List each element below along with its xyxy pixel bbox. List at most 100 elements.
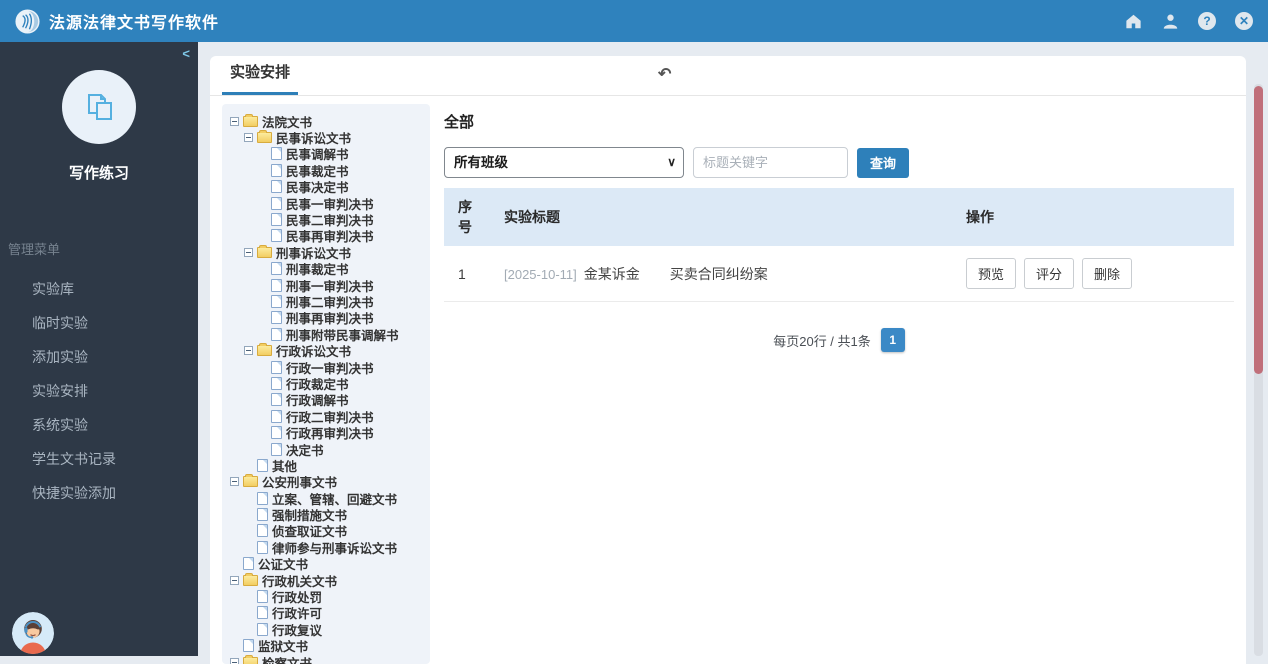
tree-folder-item[interactable]: 行政机关文书: [230, 572, 426, 589]
home-icon[interactable]: [1123, 11, 1143, 31]
user-avatar[interactable]: [12, 612, 54, 654]
tree-file-item[interactable]: 民事二审判决书: [230, 211, 426, 228]
tree-file-item[interactable]: 刑事二审判决书: [230, 293, 426, 310]
sidebar-item[interactable]: 实验安排: [0, 374, 198, 408]
tree-file-item[interactable]: 行政二审判决书: [230, 408, 426, 425]
tree-file-item[interactable]: 行政调解书: [230, 392, 426, 408]
col-header-title: 实验标题: [490, 188, 952, 246]
sidebar-item[interactable]: 快捷实验添加: [0, 476, 198, 510]
tree-folder-item[interactable]: 公安刑事文书: [230, 474, 426, 490]
app-logo-icon: [15, 8, 40, 34]
experiment-table: 序号 实验标题 操作 1 [2025-10-11] 金某诉金 买卖合同纠纷案 预览 评分删…: [444, 188, 1234, 302]
sidebar-menu: 实验库 临时实验 添加实验 实验安排 系统实验 学生文书记录 快捷实验添加: [0, 272, 198, 510]
table-row: 1 [2025-10-11] 金某诉金 买卖合同纠纷案 预览 评分 删除: [444, 246, 1234, 302]
tree-file-item[interactable]: 民事再审判决书: [230, 228, 426, 244]
tree-expander-icon[interactable]: [244, 133, 253, 143]
document-icon: [271, 278, 282, 292]
sidebar-collapse-icon[interactable]: <: [182, 46, 190, 61]
tree-file-item[interactable]: 民事决定书: [230, 179, 426, 195]
tree-file-item[interactable]: 刑事附带民事调解书: [230, 326, 426, 343]
sidebar-item[interactable]: 系统实验: [0, 408, 198, 442]
folder-icon: [243, 474, 258, 488]
tree-file-item[interactable]: 民事一审判决书: [230, 195, 426, 212]
tree-expander-icon[interactable]: [230, 116, 239, 126]
tree-file-item[interactable]: 强制措施文书: [230, 506, 426, 523]
sidebar-item[interactable]: 添加实验: [0, 340, 198, 374]
tree-expander-icon[interactable]: [230, 477, 239, 487]
content-card: 实验安排 ↶ 法院文书 民事诉讼文书 民事调解书 民事裁定书 民事决定书 民事一审判决书民…: [210, 56, 1246, 664]
experiment-title: [2025-10-11] 金某诉金 买卖合同纠纷案: [490, 246, 952, 302]
tree-file-item[interactable]: 侦查取证文书: [230, 523, 426, 539]
tree-expander-icon[interactable]: [230, 657, 239, 664]
row-actions: 预览 评分 删除: [952, 246, 1234, 302]
refresh-icon[interactable]: ↶: [658, 64, 671, 84]
document-icon: [257, 622, 268, 636]
class-select[interactable]: 所有班级: [444, 147, 684, 178]
tab-experiment-arrangement[interactable]: 实验安排: [222, 61, 299, 95]
tree-file-item[interactable]: 立案、管辖、回避文书: [230, 490, 426, 507]
tree-folder-item[interactable]: 刑事诉讼文书: [230, 244, 426, 261]
module-badge: [62, 70, 136, 144]
document-icon: [257, 606, 268, 620]
delete-button[interactable]: 删除: [1082, 258, 1133, 289]
query-button[interactable]: 查询: [857, 147, 910, 178]
sidebar-item[interactable]: 临时实验: [0, 306, 198, 340]
document-icon: [257, 491, 268, 505]
sidebar-item[interactable]: 学生文书记录: [0, 442, 198, 476]
tree-file-item[interactable]: 行政处罚: [230, 588, 426, 605]
document-icon: [271, 409, 282, 423]
tree-file-item[interactable]: 行政复议: [230, 621, 426, 638]
document-icon: [271, 327, 282, 341]
tree-file-item[interactable]: 决定书: [230, 441, 426, 458]
keyword-input[interactable]: [693, 147, 848, 178]
filter-row: 所有班级 ∨ 查询: [444, 147, 1234, 178]
document-icon: [271, 213, 282, 227]
tree-file-item[interactable]: 民事调解书: [230, 146, 426, 162]
help-icon[interactable]: ?: [1197, 11, 1217, 31]
document-icon: [257, 540, 268, 554]
document-icon: [271, 147, 282, 161]
tree-expander-icon[interactable]: [244, 346, 253, 356]
document-icon: [257, 524, 268, 538]
tree-file-item[interactable]: 刑事再审判决书: [230, 310, 426, 326]
folder-icon: [243, 572, 258, 586]
tree-folder-item[interactable]: 民事诉讼文书: [230, 129, 426, 146]
tree-expander-icon[interactable]: [244, 247, 253, 257]
tree-file-item[interactable]: 行政裁定书: [230, 375, 426, 392]
document-icon: [257, 508, 268, 522]
tree-file-item[interactable]: 民事裁定书: [230, 162, 426, 179]
tree-file-item[interactable]: 行政再审判决书: [230, 424, 426, 441]
document-icon: [243, 639, 254, 653]
close-icon[interactable]: ✕: [1234, 11, 1254, 31]
tree-file-item[interactable]: 监狱文书: [230, 638, 426, 654]
tree-file-item[interactable]: 刑事裁定书: [230, 261, 426, 277]
page-button[interactable]: 1: [880, 328, 905, 352]
user-icon[interactable]: [1160, 11, 1180, 31]
tree-file-item[interactable]: 公证文书: [230, 556, 426, 572]
tree-file-item[interactable]: 刑事一审判决书: [230, 277, 426, 294]
sidebar-item[interactable]: 实验库: [0, 272, 198, 306]
tree-expander-icon[interactable]: [230, 575, 239, 585]
scrollbar-track[interactable]: [1254, 84, 1263, 656]
tree-file-item[interactable]: 行政许可: [230, 605, 426, 621]
tree-folder-item[interactable]: 检察文书: [230, 654, 426, 664]
support-agent-avatar-icon: [12, 612, 54, 654]
tree-file-item[interactable]: 律师参与刑事诉讼文书: [230, 539, 426, 556]
score-button[interactable]: 评分: [1024, 258, 1075, 289]
table-body: 1 [2025-10-11] 金某诉金 买卖合同纠纷案 预览 评分 删除: [444, 246, 1234, 302]
pagination: 每页20行 / 共1条 1: [444, 328, 1234, 352]
document-icon: [271, 360, 282, 374]
document-icon: [271, 426, 282, 440]
tree-file-item[interactable]: 行政一审判决书: [230, 359, 426, 376]
document-icon: [271, 393, 282, 407]
menu-section-label: 管理菜单: [8, 242, 61, 257]
module-title: 写作练习: [68, 165, 129, 182]
preview-button[interactable]: 预览: [966, 258, 1017, 289]
tree-folder-item[interactable]: 法院文书: [230, 113, 426, 130]
tree-folder-item[interactable]: 行政诉讼文书: [230, 342, 426, 359]
document-icon: [257, 590, 268, 604]
scrollbar-thumb[interactable]: [1254, 86, 1263, 374]
tree-file-item[interactable]: 其他: [230, 457, 426, 474]
copy-documents-icon: [88, 94, 112, 120]
app-title: 法源法律文书写作软件: [49, 15, 220, 32]
